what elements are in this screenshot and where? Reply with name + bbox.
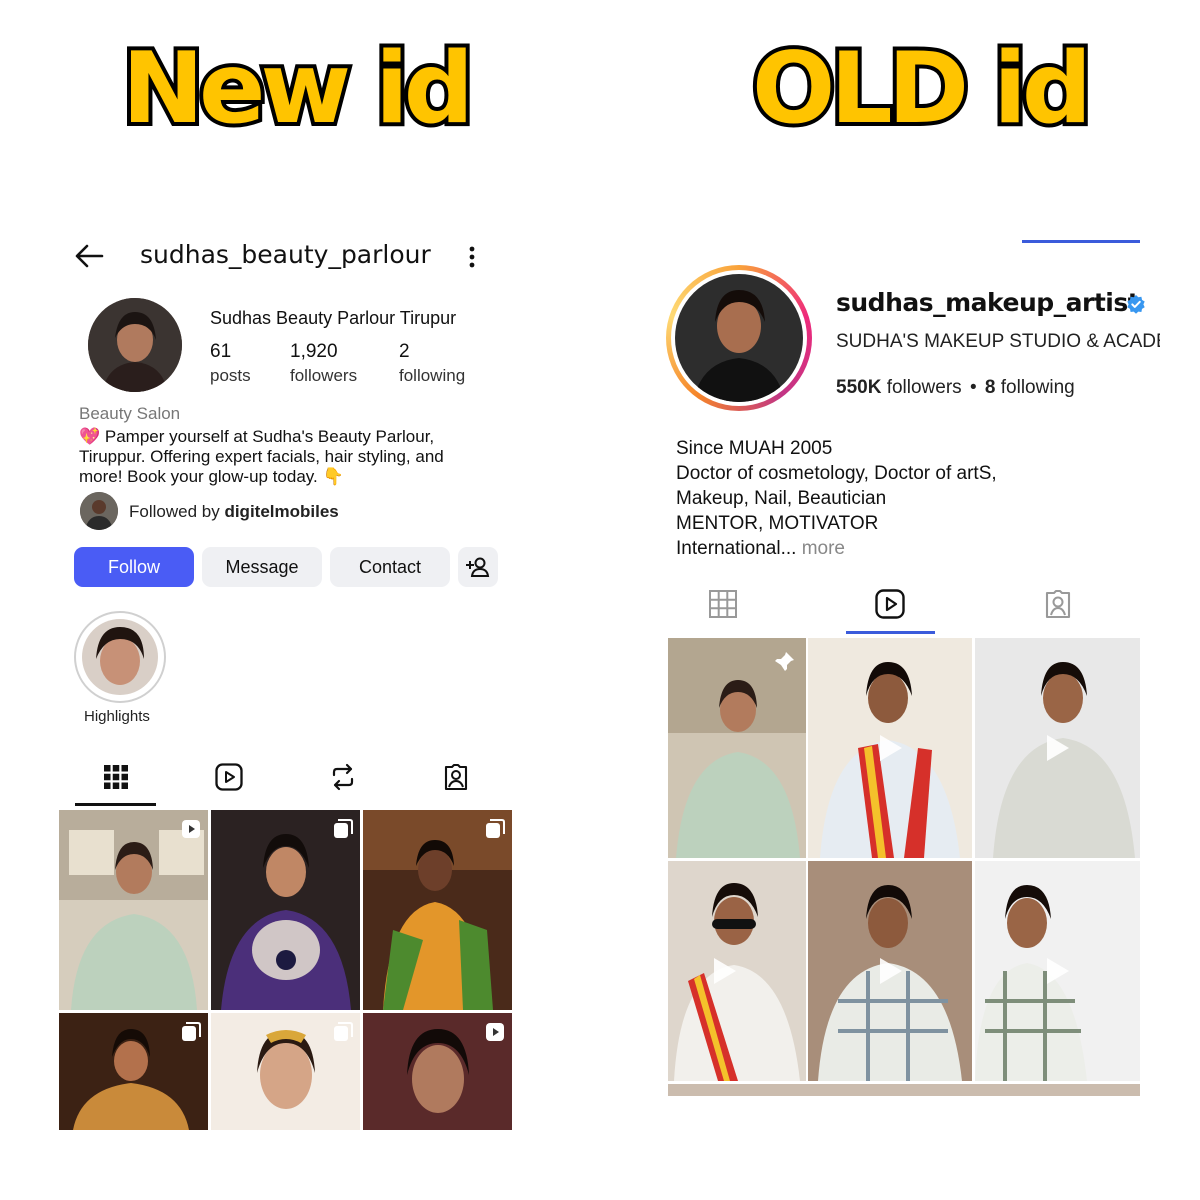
category-label: Beauty Salon [79, 404, 181, 423]
message-button[interactable]: Message [202, 547, 322, 587]
active-tab-indicator [75, 803, 156, 806]
carousel-badge-icon [181, 1022, 201, 1042]
old-display-name: SUDHA'S MAKEUP STUDIO & ACADEM [836, 331, 1160, 352]
posts-count: 61 [210, 341, 232, 362]
highlight-label: Highlights [84, 708, 150, 725]
repost-icon[interactable] [329, 763, 357, 791]
highlight-cover[interactable] [82, 619, 158, 695]
post-tile[interactable] [211, 810, 360, 1010]
reel-tile[interactable] [975, 861, 1140, 1081]
reel-tile[interactable] [975, 638, 1140, 858]
play-icon[interactable] [708, 955, 740, 987]
reel-tile[interactable] [808, 861, 972, 1081]
play-icon[interactable] [1041, 955, 1073, 987]
post-tile[interactable] [363, 810, 512, 1010]
old-avatar[interactable] [675, 274, 803, 402]
followers-label[interactable]: followers [290, 366, 357, 386]
tagged-icon[interactable] [1043, 589, 1073, 619]
old-username: sudhas_makeup_artist [836, 288, 1140, 317]
reel-tile[interactable] [808, 638, 972, 858]
reel-tile[interactable] [668, 638, 806, 858]
carousel-badge-icon [333, 1022, 353, 1042]
add-person-icon [466, 556, 490, 578]
play-icon[interactable] [1041, 732, 1073, 764]
followed-by-prefix: Followed by [129, 502, 220, 521]
play-icon[interactable] [874, 955, 906, 987]
following-label[interactable]: following [399, 366, 465, 386]
post-tile[interactable] [59, 1013, 208, 1130]
old-following-count[interactable]: 8 [985, 377, 996, 398]
bio-line: more! Book your glow-up today. 👇 [79, 467, 344, 486]
followed-by-user[interactable]: digitelmobiles [224, 502, 338, 521]
new-display-name: Sudhas Beauty Parlour Tirupur [210, 308, 457, 328]
follow-button[interactable]: Follow [74, 547, 194, 587]
bio-line: Tiruppur. Offering expert facials, hair … [79, 447, 444, 466]
active-tab-indicator [846, 631, 935, 634]
reels-icon[interactable] [875, 589, 905, 619]
old-followers-count[interactable]: 550K [836, 377, 881, 398]
reel-tile[interactable] [668, 861, 806, 1081]
bio-line: Makeup, Nail, Beautician [676, 488, 887, 509]
carousel-badge-icon [333, 819, 353, 839]
grid-icon[interactable] [103, 764, 129, 790]
new-username: sudhas_beauty_parlour [140, 240, 431, 269]
tagged-icon[interactable] [442, 763, 470, 791]
bio-line: MENTOR, MOTIVATOR [676, 513, 879, 534]
follower-avatar[interactable] [80, 492, 118, 530]
pin-icon [772, 650, 796, 674]
old-followers-label[interactable]: followers [887, 377, 962, 398]
next-row-peek [668, 1084, 1140, 1096]
old-id-label: OLD id [748, 32, 1096, 146]
new-id-label: New id [118, 32, 478, 146]
contact-button[interactable]: Contact [330, 547, 450, 587]
old-bio: Since MUAH 2005 Doctor of cosmetology, D… [676, 436, 997, 561]
separator-dot: • [969, 377, 977, 398]
followed-by-text[interactable]: Followed by digitelmobiles [129, 502, 339, 522]
posts-label: posts [210, 366, 251, 385]
following-count[interactable]: 2 [399, 341, 410, 363]
back-arrow-icon[interactable] [74, 242, 104, 270]
followers-count[interactable]: 1,920 [290, 341, 338, 363]
bio-last-line: International... [676, 538, 797, 559]
reels-icon[interactable] [215, 763, 243, 791]
verified-icon [1126, 294, 1146, 314]
bio-line: International... more [676, 536, 997, 561]
play-icon[interactable] [874, 732, 906, 764]
post-tile[interactable] [59, 810, 208, 1010]
grid-icon[interactable] [709, 590, 737, 618]
add-person-button[interactable] [458, 547, 498, 587]
top-scroll-indicator [1022, 240, 1140, 243]
carousel-badge-icon [485, 819, 505, 839]
old-following-label[interactable]: following [1001, 377, 1075, 398]
more-vertical-icon[interactable] [464, 244, 480, 270]
bio-line: Since MUAH 2005 [676, 438, 833, 459]
old-follow-counts[interactable]: 550K followers • 8 following [836, 377, 1075, 399]
post-tile[interactable] [211, 1013, 360, 1130]
more-link[interactable]: more [802, 538, 845, 559]
reel-badge-icon [485, 1022, 505, 1042]
new-avatar[interactable] [88, 298, 182, 392]
post-tile[interactable] [363, 1013, 512, 1130]
bio-line: Doctor of cosmetology, Doctor of artS, [676, 463, 997, 484]
story-ring[interactable] [666, 265, 812, 411]
new-bio: 💖 Pamper yourself at Sudha's Beauty Parl… [79, 427, 444, 487]
reel-badge-icon [181, 819, 201, 839]
highlight-ring[interactable] [74, 611, 166, 703]
bio-line: 💖 Pamper yourself at Sudha's Beauty Parl… [79, 427, 435, 446]
